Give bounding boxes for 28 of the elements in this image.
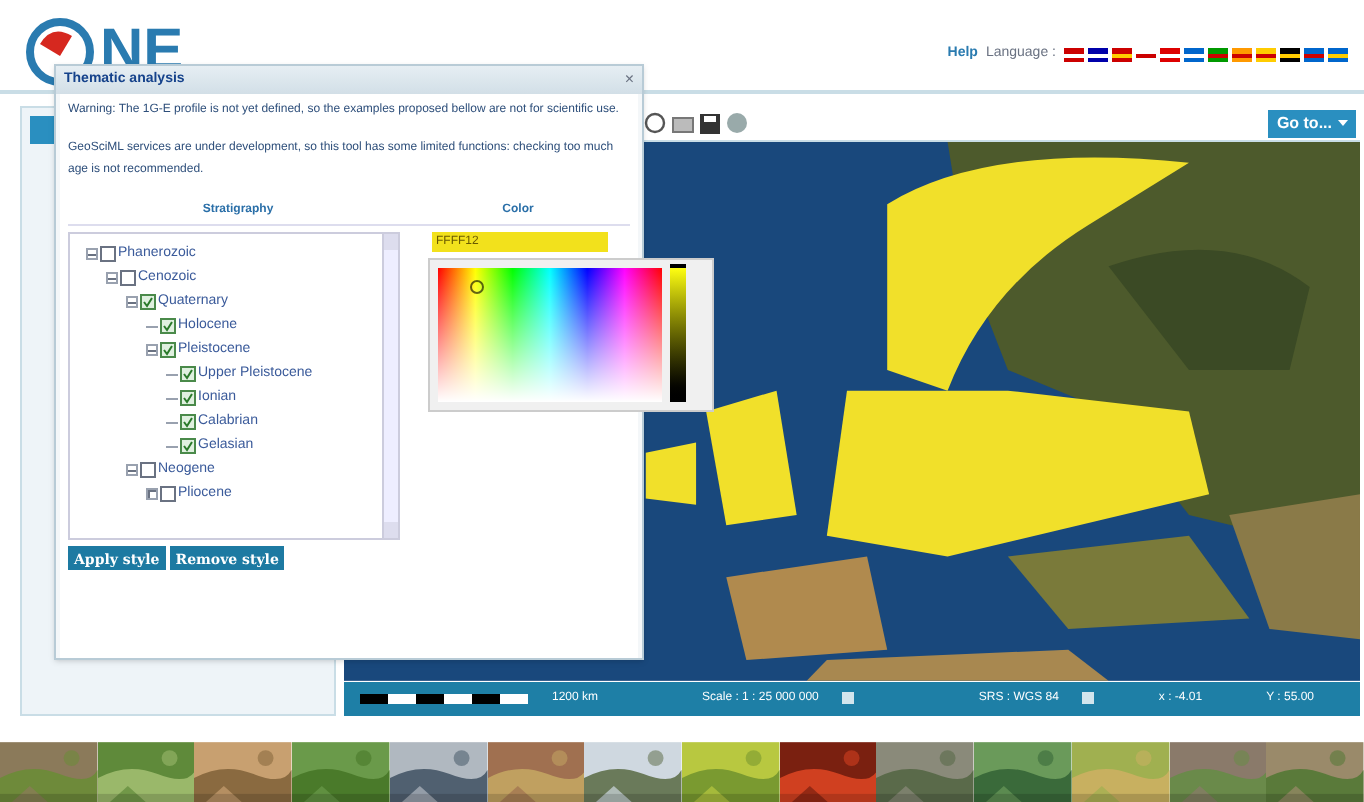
scale-menu-icon[interactable] xyxy=(842,692,855,705)
goto-button[interactable]: Go to... xyxy=(1268,109,1356,138)
checkbox[interactable] xyxy=(160,342,176,358)
close-button[interactable]: × xyxy=(624,72,634,88)
checkbox[interactable] xyxy=(160,318,176,334)
collapse-icon[interactable] xyxy=(86,248,98,260)
collapse-icon[interactable] xyxy=(146,344,158,356)
brightness-slider[interactable] xyxy=(670,268,686,402)
checkbox[interactable] xyxy=(160,486,176,502)
color-picker[interactable] xyxy=(428,258,714,412)
collapse-icon[interactable] xyxy=(106,272,118,284)
circle-icon[interactable] xyxy=(644,112,666,135)
srs-menu-icon[interactable] xyxy=(1082,692,1095,705)
caret-icon xyxy=(1338,120,1348,127)
checkbox[interactable] xyxy=(100,246,116,262)
collapse-icon[interactable] xyxy=(126,464,138,476)
expand-icon[interactable] xyxy=(146,488,158,500)
checkbox[interactable] xyxy=(140,462,156,478)
checkbox[interactable] xyxy=(120,270,136,286)
checkbox[interactable] xyxy=(180,366,196,382)
collapse-icon[interactable] xyxy=(126,296,138,308)
save-icon[interactable] xyxy=(700,113,720,134)
crosshair-icon[interactable] xyxy=(470,280,484,294)
checkbox[interactable] xyxy=(180,390,196,406)
checkbox[interactable] xyxy=(180,438,196,454)
checkbox[interactable] xyxy=(140,294,156,310)
scrollbar[interactable] xyxy=(382,234,398,538)
checkbox[interactable] xyxy=(180,414,196,430)
